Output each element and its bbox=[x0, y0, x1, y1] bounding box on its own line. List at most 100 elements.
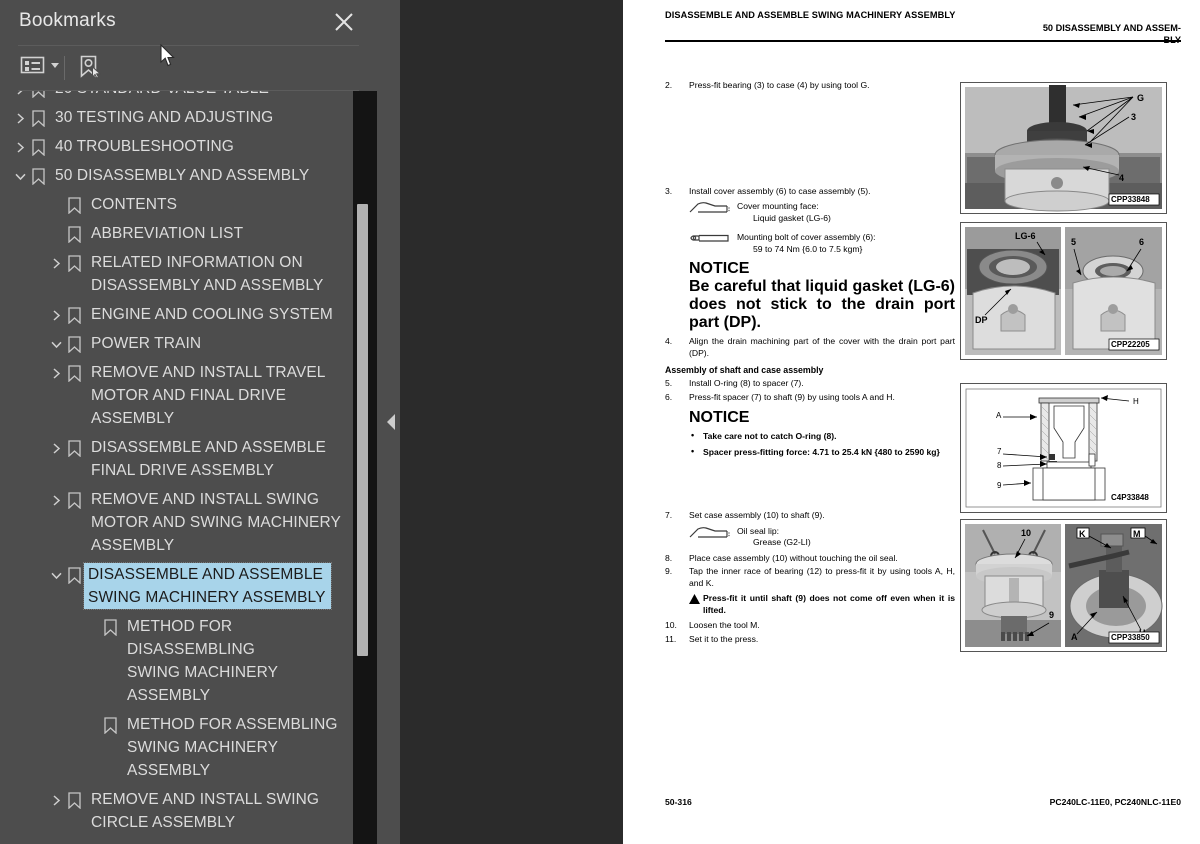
svg-text:C4P33848: C4P33848 bbox=[1111, 493, 1149, 502]
gasket-symbol-icon bbox=[689, 526, 731, 542]
bookmark-item[interactable]: 30 TESTING AND ADJUSTING bbox=[0, 103, 353, 132]
new-bookmark-icon[interactable] bbox=[76, 54, 102, 80]
bookmarks-tree[interactable]: 20 STANDARD VALUE TABLE 30 TESTING AND AD… bbox=[0, 91, 353, 844]
step-text: Loosen the tool M. bbox=[689, 620, 760, 630]
bookmark-label: UNDERCARRIAGE AND FRAME bbox=[84, 840, 353, 844]
bookmark-item[interactable]: REMOVE AND INSTALL SWING MOTOR AND SWING… bbox=[0, 485, 353, 560]
svg-text:M: M bbox=[1133, 529, 1141, 539]
bookmark-label: METHOD FOR ASSEMBLING SWING MACHINERY AS… bbox=[127, 716, 338, 779]
step-number: 3. bbox=[665, 185, 673, 196]
bookmark-item[interactable]: RELATED INFORMATION ON DISASSEMBLY AND A… bbox=[0, 248, 353, 300]
bookmark-icon bbox=[64, 437, 84, 459]
bookmark-item[interactable]: UNDERCARRIAGE AND FRAME bbox=[0, 837, 353, 844]
step-text: Tap the inner race of bearing (12) to pr… bbox=[689, 566, 955, 588]
step-number: 9. bbox=[665, 566, 673, 576]
chevron-right-icon[interactable] bbox=[12, 136, 28, 158]
bookmark-icon bbox=[64, 304, 84, 326]
spec-line-2: Liquid gasket (LG-6) bbox=[753, 212, 831, 223]
bookmark-item[interactable]: 20 STANDARD VALUE TABLE bbox=[0, 91, 353, 103]
instructions-column: 2. Press-fit bearing (3) to case (4) by … bbox=[665, 80, 955, 647]
chevron-down-icon[interactable] bbox=[48, 564, 64, 586]
notice-bullet: Take care not to catch O-ring (8). bbox=[689, 430, 955, 443]
chevron-right-icon[interactable] bbox=[48, 489, 64, 511]
bookmark-icon bbox=[28, 107, 48, 129]
bookmark-item[interactable]: 40 TROUBLESHOOTING bbox=[0, 132, 353, 161]
viewer-canvas[interactable]: DISASSEMBLE AND ASSEMBLE SWING MACHINERY… bbox=[400, 0, 1200, 844]
collapse-panel-arrow-icon[interactable] bbox=[386, 413, 396, 431]
bookmarks-panel: Bookmarks 30 TESTING AND ADJUSTING 40 TR… bbox=[0, 0, 377, 844]
bookmark-item[interactable]: ABBREVIATION LIST bbox=[0, 219, 353, 248]
bookmark-item[interactable]: DISASSEMBLE AND ASSEMBLE FINAL DRIVE ASS… bbox=[0, 433, 353, 485]
bookmark-label: RELATED INFORMATION ON DISASSEMBLY AND A… bbox=[91, 254, 324, 294]
step-number: 11. bbox=[665, 633, 677, 644]
svg-text:CPP33850: CPP33850 bbox=[1111, 633, 1150, 642]
scrollbar-thumb[interactable] bbox=[357, 204, 368, 656]
header-chapter-line1: 50 DISASSEMBLY AND ASSEM- bbox=[1042, 23, 1181, 33]
bookmark-item[interactable]: REMOVE AND INSTALL SWING CIRCLE ASSEMBLY bbox=[0, 785, 353, 837]
page-number: 50-316 bbox=[665, 797, 692, 807]
bookmark-item[interactable]: POWER TRAIN bbox=[0, 329, 353, 358]
chevron-right-icon[interactable] bbox=[48, 362, 64, 384]
list-options-icon[interactable] bbox=[20, 54, 59, 76]
svg-text:K: K bbox=[1079, 529, 1086, 539]
step-3: 3. Install cover assembly (6) to case as… bbox=[665, 186, 955, 198]
chevron-right-icon[interactable] bbox=[48, 252, 64, 274]
bookmark-label: POWER TRAIN bbox=[91, 335, 202, 352]
figure-case-assembly[interactable]: K M 10 9 A CPP33850 bbox=[960, 519, 1167, 652]
warning-triangle-icon bbox=[689, 594, 700, 608]
svg-text:DP: DP bbox=[975, 315, 988, 325]
step-number: 4. bbox=[665, 336, 673, 346]
chevron-right-icon[interactable] bbox=[12, 107, 28, 129]
chevron-right-icon[interactable] bbox=[48, 304, 64, 326]
torque-wrench-symbol-icon bbox=[689, 233, 731, 248]
spec-oil-seal: Oil seal lip: Grease (G2-LI) bbox=[689, 526, 955, 549]
step-10: 10. Loosen the tool M. bbox=[665, 620, 955, 632]
svg-text:G: G bbox=[1137, 93, 1144, 103]
chevron-right-icon[interactable] bbox=[48, 789, 64, 811]
chevron-down-icon bbox=[51, 62, 59, 68]
svg-text:LG-6: LG-6 bbox=[1015, 231, 1036, 241]
svg-text:CPP22205: CPP22205 bbox=[1111, 340, 1150, 349]
notice-bullet: Spacer press-fitting force: 4.71 to 25.4… bbox=[689, 446, 955, 459]
figure-cover-assembly[interactable]: LG-6 DP 5 6 CPP22205 bbox=[960, 222, 1167, 360]
bookmark-icon bbox=[64, 223, 84, 245]
bookmark-item[interactable]: METHOD FOR DISASSEMBLING SWING MACHINERY… bbox=[0, 612, 353, 710]
step-4: 4. Align the drain machining part of the… bbox=[665, 336, 955, 359]
bookmark-label: 50 DISASSEMBLY AND ASSEMBLY bbox=[55, 167, 310, 184]
step-text: Press-fit spacer (7) to shaft (9) by usi… bbox=[689, 391, 895, 402]
step-text: Install O-ring (8) to spacer (7). bbox=[689, 378, 804, 388]
step-2: 2. Press-fit bearing (3) to case (4) by … bbox=[665, 80, 955, 92]
chevron-down-icon[interactable] bbox=[48, 333, 64, 355]
bookmark-icon bbox=[64, 489, 84, 511]
svg-text:7: 7 bbox=[997, 447, 1002, 456]
spec-mounting-bolt: Mounting bolt of cover assembly (6): 59 … bbox=[689, 232, 955, 255]
warning-note: Press-fit it until shaft (9) does not co… bbox=[689, 593, 955, 616]
step-number: 6. bbox=[665, 391, 673, 402]
bookmark-item[interactable]: ENGINE AND COOLING SYSTEM bbox=[0, 300, 353, 329]
bookmarks-scrollbar[interactable] bbox=[353, 91, 377, 844]
bookmark-label: CONTENTS bbox=[91, 196, 178, 213]
bookmarks-panel-header: Bookmarks bbox=[0, 0, 377, 45]
bookmark-item[interactable]: METHOD FOR ASSEMBLING SWING MACHINERY AS… bbox=[0, 710, 353, 785]
bookmark-item[interactable]: CONTENTS bbox=[0, 190, 353, 219]
step-number: 10. bbox=[665, 620, 677, 630]
chevron-down-icon[interactable] bbox=[12, 165, 28, 187]
close-icon[interactable] bbox=[331, 9, 357, 35]
figure-press-fit-bearing[interactable]: G 3 4 CPP33848 bbox=[960, 82, 1167, 214]
document-viewer: DISASSEMBLE AND ASSEMBLE SWING MACHINERY… bbox=[377, 0, 1200, 844]
figure-spacer-press-fit[interactable]: A H 7 8 9 C4P33848 bbox=[960, 383, 1167, 513]
step-text: Align the drain machining part of the co… bbox=[689, 336, 955, 358]
bookmark-item[interactable]: 50 DISASSEMBLY AND ASSEMBLY bbox=[0, 161, 353, 190]
bookmark-icon bbox=[28, 165, 48, 187]
bookmark-icon bbox=[64, 252, 84, 274]
chevron-right-icon[interactable] bbox=[12, 91, 28, 100]
pdf-page[interactable]: DISASSEMBLE AND ASSEMBLE SWING MACHINERY… bbox=[623, 0, 1200, 844]
bookmark-label: METHOD FOR DISASSEMBLING SWING MACHINERY… bbox=[127, 618, 278, 704]
chevron-right-icon[interactable] bbox=[48, 437, 64, 459]
step-text: Install cover assembly (6) to case assem… bbox=[689, 185, 871, 196]
bookmark-item[interactable]: REMOVE AND INSTALL TRAVEL MOTOR AND FINA… bbox=[0, 358, 353, 433]
bookmark-item[interactable]: DISASSEMBLE AND ASSEMBLE SWING MACHINERY… bbox=[0, 560, 353, 612]
bookmark-label: ABBREVIATION LIST bbox=[91, 225, 244, 242]
svg-text:H: H bbox=[1133, 397, 1139, 406]
step-8: 8. Place case assembly (10) without touc… bbox=[665, 553, 955, 565]
